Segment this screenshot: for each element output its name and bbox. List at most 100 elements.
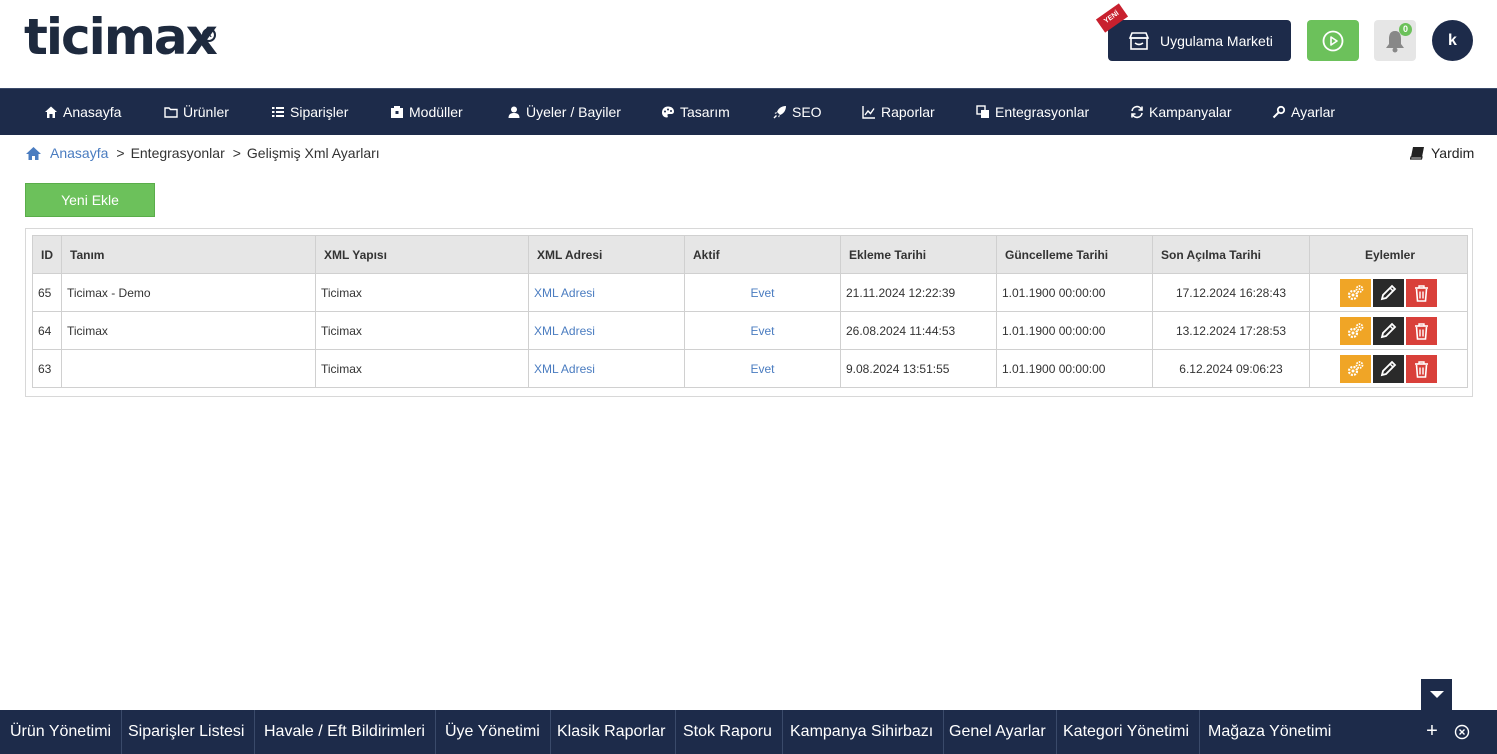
chart-icon [862,106,875,119]
caret-down-icon [1429,690,1444,698]
table-row: 65 Ticimax - Demo Ticimax XML Adresi Eve… [32,273,1468,312]
nav-item-raporlar[interactable]: Raporlar [862,89,935,135]
video-play-button[interactable] [1307,20,1359,61]
quick-link-stok-raporu[interactable]: Stok Raporu [673,710,783,754]
add-quick-link-button[interactable]: + [1422,721,1442,742]
nav-item-anasayfa[interactable]: Anasayfa [44,89,121,135]
quick-access-bar: Ürün Yönetimi Siparişler Listesi Havale … [0,710,1497,754]
xml-settings-table: ID Tanım XML Yapısı XML Adresi Aktif Ekl… [32,235,1468,388]
column-header-xml-adresi[interactable]: XML Adresi [528,235,685,274]
cell-tanim [61,349,316,388]
cell-xml-yapisi: Ticimax [315,273,529,312]
quick-link-klasik-raporlar[interactable]: Klasik Raporlar [547,710,677,754]
registered-mark-icon: R [202,28,216,42]
delete-button[interactable] [1406,316,1437,345]
column-header-eylemler: Eylemler [1309,235,1468,274]
delete-button[interactable] [1406,354,1437,383]
column-header-tanim[interactable]: Tanım [61,235,316,274]
notifications-button[interactable]: 0 [1374,20,1416,61]
nav-item-uyeler[interactable]: Üyeler / Bayiler [507,89,621,135]
app-market-button[interactable]: Uygulama Marketi [1108,20,1291,61]
cell-aktif[interactable]: Evet [684,349,841,388]
quick-link-genel-ayarlar[interactable]: Genel Ayarlar [939,710,1057,754]
nav-item-seo[interactable]: SEO [773,89,822,135]
add-new-button[interactable]: Yeni Ekle [25,183,155,217]
ticimax-logo[interactable]: ticimax R [24,8,224,70]
trash-icon [1415,322,1428,340]
column-header-id[interactable]: ID [32,235,62,274]
home-icon[interactable] [25,146,42,161]
cell-guncelleme-tarihi: 1.01.1900 00:00:00 [996,349,1153,388]
xml-address-link[interactable]: XML Adresi [528,273,685,312]
quick-link-kategori-yonetimi[interactable]: Kategori Yönetimi [1053,710,1200,754]
breadcrumb-home-link[interactable]: Anasayfa [50,145,108,161]
settings-button[interactable] [1340,316,1371,345]
cell-tanim: Ticimax [61,311,316,350]
trash-icon [1415,360,1428,378]
pencil-icon [1380,284,1397,300]
nav-item-ayarlar[interactable]: Ayarlar [1272,89,1335,135]
nav-item-entegrasyonlar[interactable]: Entegrasyonlar [976,89,1089,135]
edit-button[interactable] [1373,278,1404,307]
quick-link-siparisler-listesi[interactable]: Siparişler Listesi [118,710,256,754]
list-icon [272,107,284,117]
nav-item-urunler[interactable]: Ürünler [164,89,229,135]
play-circle-icon [1322,30,1344,51]
settings-button[interactable] [1340,354,1371,383]
help-label: Yardim [1431,145,1475,161]
nav-label: Tasarım [680,104,730,120]
cell-aktif[interactable]: Evet [684,311,841,350]
notification-count-badge: 0 [1399,23,1412,36]
pencil-icon [1380,360,1397,376]
cell-son-acilma-tarihi: 6.12.2024 09:06:23 [1152,349,1310,388]
nav-item-tasarim[interactable]: Tasarım [661,89,730,135]
nav-label: Kampanyalar [1149,104,1232,120]
quick-link-urun-yonetimi[interactable]: Ürün Yönetimi [0,710,123,754]
nav-label: Modüller [409,104,463,120]
cell-guncelleme-tarihi: 1.01.1900 00:00:00 [996,311,1153,350]
nav-item-siparisler[interactable]: Siparişler [271,89,348,135]
app-market-label: Uygulama Marketi [1160,32,1273,49]
column-header-son-acilma-tarihi[interactable]: Son Açılma Tarihi [1152,235,1310,274]
user-avatar[interactable]: k [1432,20,1473,61]
close-circle-icon[interactable] [1454,724,1470,740]
xml-address-link[interactable]: XML Adresi [528,349,685,388]
column-header-xml-yapisi[interactable]: XML Yapısı [315,235,529,274]
edit-button[interactable] [1373,354,1404,383]
breadcrumb-current-page: Gelişmiş Xml Ayarları [246,145,380,161]
rocket-icon [773,106,786,119]
folder-icon [164,107,178,118]
nav-label: Ürünler [183,104,229,120]
cell-id: 64 [32,311,62,350]
cell-actions [1309,273,1468,312]
nav-label: SEO [792,104,822,120]
quick-link-magaza-yonetimi[interactable]: Mağaza Yönetimi [1198,710,1341,754]
xml-address-link[interactable]: XML Adresi [528,311,685,350]
logo-text: ticimax [24,8,218,66]
cell-actions [1309,349,1468,388]
quick-link-havale-eft[interactable]: Havale / Eft Bildirimleri [254,710,436,754]
settings-button[interactable] [1340,278,1371,307]
cell-son-acilma-tarihi: 17.12.2024 16:28:43 [1152,273,1310,312]
xml-settings-table-container: ID Tanım XML Yapısı XML Adresi Aktif Ekl… [25,228,1473,397]
quick-link-kampanya-sihirbazi[interactable]: Kampanya Sihirbazı [780,710,945,754]
nav-item-moduller[interactable]: Modüller [390,89,463,135]
quick-link-uye-yonetimi[interactable]: Üye Yönetimi [435,710,551,754]
palette-icon [662,106,674,118]
cell-guncelleme-tarihi: 1.01.1900 00:00:00 [996,273,1153,312]
cell-aktif[interactable]: Evet [684,273,841,312]
cell-xml-yapisi: Ticimax [315,349,529,388]
column-header-ekleme-tarihi[interactable]: Ekleme Tarihi [840,235,997,274]
cell-id: 63 [32,349,62,388]
help-link[interactable]: Yardim [1410,144,1474,162]
delete-button[interactable] [1406,278,1437,307]
nav-item-kampanyalar[interactable]: Kampanyalar [1130,89,1232,135]
table-header-row: ID Tanım XML Yapısı XML Adresi Aktif Ekl… [32,235,1468,274]
column-header-guncelleme-tarihi[interactable]: Güncelleme Tarihi [996,235,1153,274]
breadcrumb-entegrasyonlar[interactable]: Entegrasyonlar [131,145,225,161]
edit-button[interactable] [1373,316,1404,345]
column-header-aktif[interactable]: Aktif [684,235,841,274]
top-header: ticimax R Uygulama Marketi YENİ 0 k [0,0,1497,88]
refresh-icon [1131,105,1143,119]
toggle-quick-bar-button[interactable] [1421,679,1452,710]
